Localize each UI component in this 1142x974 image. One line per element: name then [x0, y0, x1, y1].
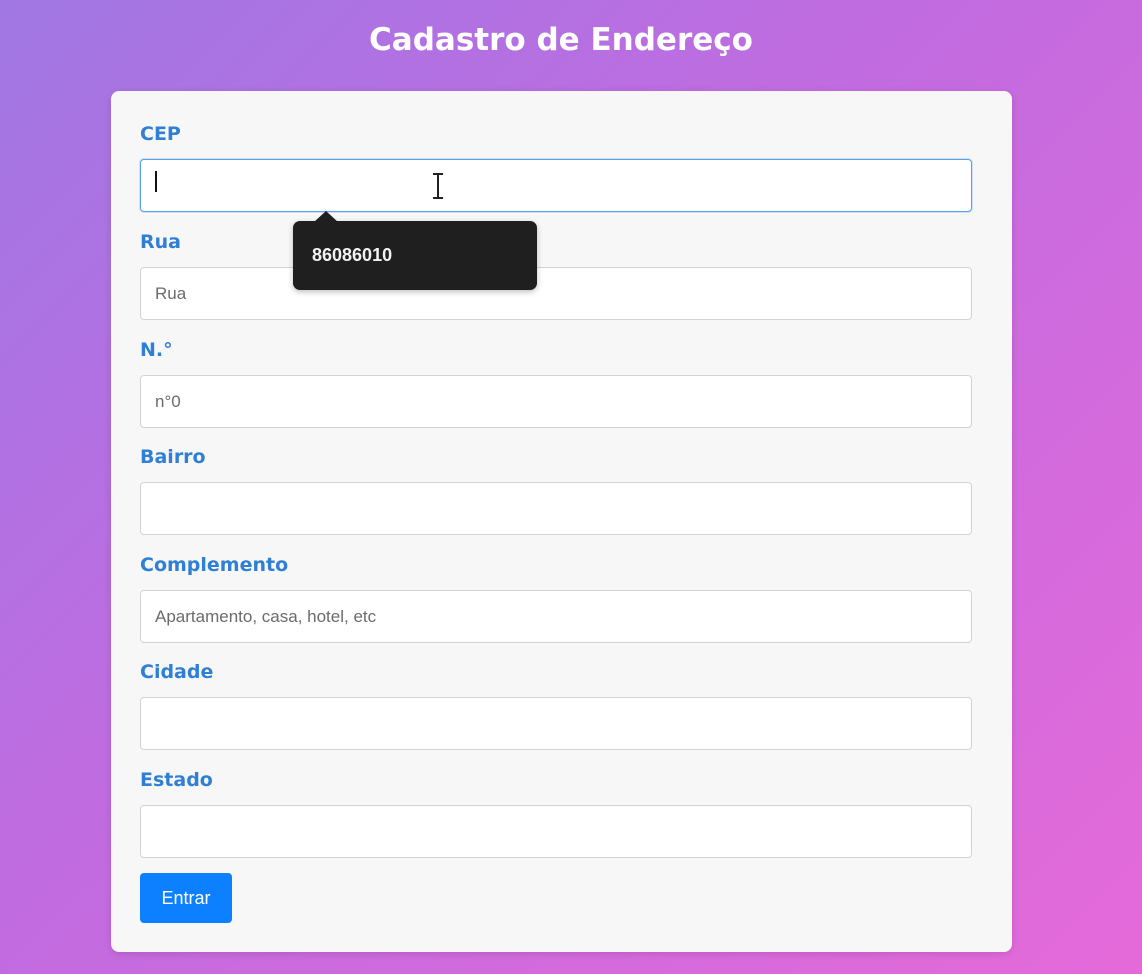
complemento-field: Complemento — [140, 552, 972, 643]
bairro-label: Bairro — [140, 446, 206, 468]
numero-input[interactable] — [140, 375, 972, 428]
estado-label: Estado — [140, 769, 213, 791]
cep-field: CEP — [140, 121, 972, 212]
rua-label: Rua — [140, 231, 181, 253]
numero-label: N.° — [140, 339, 173, 361]
page-title: Cadastro de Endereço — [369, 22, 753, 58]
cep-input[interactable] — [140, 159, 972, 212]
complemento-input[interactable] — [140, 590, 972, 643]
estado-field: Estado — [140, 767, 972, 858]
estado-input[interactable] — [140, 805, 972, 858]
numero-field: N.° — [140, 337, 972, 428]
rua-input[interactable] — [140, 267, 972, 320]
rua-field: Rua — [140, 229, 972, 320]
cep-label: CEP — [140, 123, 181, 145]
submit-button[interactable]: Entrar — [140, 873, 232, 923]
text-caret — [155, 171, 157, 192]
autofill-suggestion[interactable]: 86086010 — [293, 211, 537, 290]
bairro-field: Bairro — [140, 444, 972, 535]
text-cursor-icon — [433, 173, 443, 199]
address-form: CEP 86086010 Rua N.° Bairro Complemento … — [111, 91, 1012, 952]
cidade-label: Cidade — [140, 661, 214, 683]
complemento-label: Complemento — [140, 554, 289, 576]
cidade-input[interactable] — [140, 697, 972, 750]
cidade-field: Cidade — [140, 659, 972, 750]
bairro-input[interactable] — [140, 482, 972, 535]
